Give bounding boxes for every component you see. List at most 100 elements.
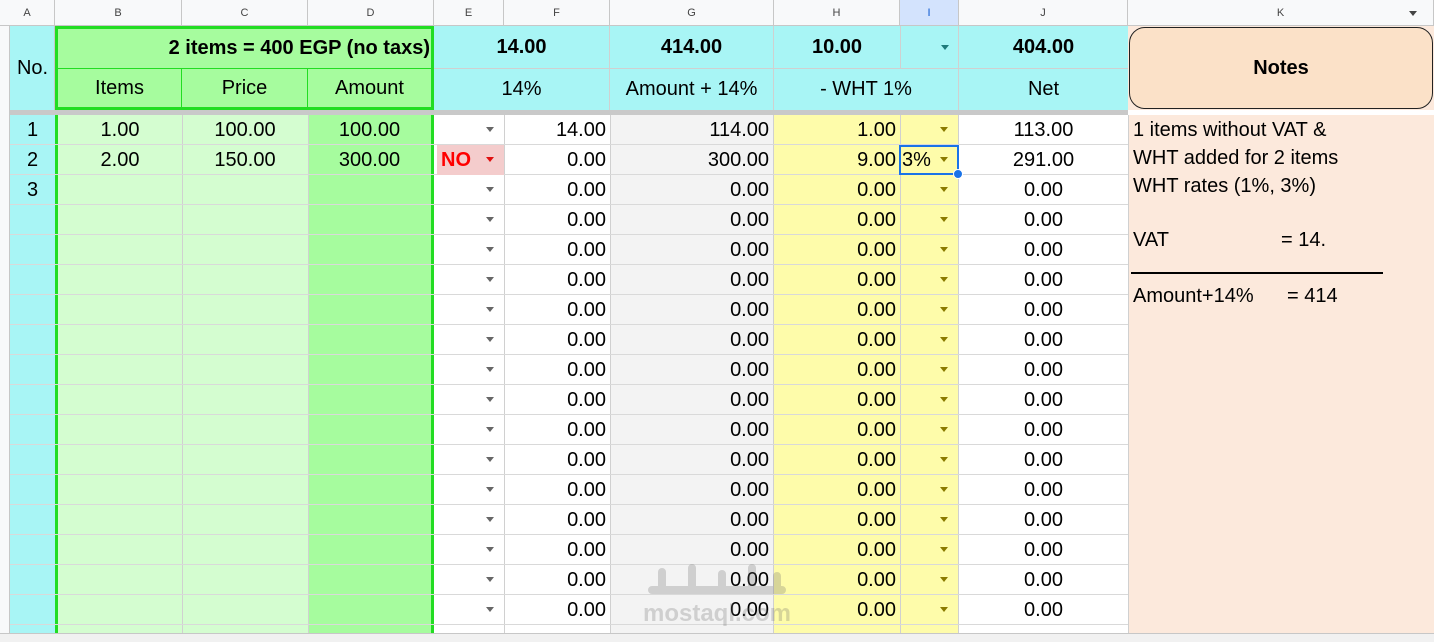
net-cell[interactable]: 0.00 (959, 475, 1128, 505)
vat-cell[interactable]: 0.00 (504, 475, 610, 505)
net-cell[interactable]: 0.00 (959, 415, 1128, 445)
net-cell[interactable]: 0.00 (959, 565, 1128, 595)
vat-cell[interactable]: 0.00 (504, 145, 610, 175)
chevron-down-icon[interactable] (940, 397, 948, 402)
wht-rate-dropdown[interactable] (899, 385, 959, 415)
vat-cell[interactable]: 0.00 (504, 445, 610, 475)
net-cell[interactable]: 0.00 (959, 325, 1128, 355)
amount-vat-cell[interactable]: 0.00 (610, 565, 773, 595)
amount-cell[interactable] (308, 355, 431, 385)
price-cell[interactable] (182, 355, 308, 385)
amount-cell[interactable] (308, 295, 431, 325)
wht-rate-dropdown[interactable] (899, 445, 959, 475)
amount-cell[interactable] (308, 565, 431, 595)
wht-rate-dropdown[interactable] (899, 235, 959, 265)
chevron-down-icon[interactable] (940, 517, 948, 522)
items-cell[interactable] (58, 385, 182, 415)
row-number-cell[interactable] (10, 595, 55, 625)
items-cell[interactable] (58, 475, 182, 505)
wht-rate-dropdown[interactable] (899, 355, 959, 385)
column-header-c[interactable]: C (182, 0, 308, 26)
chevron-down-icon[interactable] (486, 367, 494, 372)
vat-cell[interactable]: 0.00 (504, 235, 610, 265)
wht-rate-dropdown[interactable] (899, 505, 959, 535)
column-header-j[interactable]: J (959, 0, 1128, 26)
column-header-k[interactable]: K (1128, 0, 1434, 26)
items-cell[interactable] (58, 325, 182, 355)
net-cell[interactable]: 0.00 (959, 265, 1128, 295)
net-cell[interactable]: 113.00 (959, 115, 1128, 145)
chevron-down-icon[interactable] (486, 517, 494, 522)
vat-total[interactable]: 14.00 (434, 26, 609, 68)
wht-rate-dropdown-icon[interactable] (941, 45, 949, 50)
amount-vat-total[interactable]: 414.00 (610, 26, 773, 68)
wht-rate-dropdown[interactable]: 3% (899, 145, 959, 175)
amount-cell[interactable] (308, 415, 431, 445)
amount-vat-cell[interactable]: 0.00 (610, 265, 773, 295)
vat-cell[interactable]: 0.00 (504, 415, 610, 445)
fill-handle[interactable] (953, 169, 963, 179)
chevron-down-icon[interactable] (940, 457, 948, 462)
column-header-i[interactable]: I (900, 0, 959, 26)
net-cell[interactable]: 0.00 (959, 235, 1128, 265)
column-header-e[interactable]: E (434, 0, 504, 26)
wht-cell[interactable]: 0.00 (774, 265, 900, 295)
amount-cell[interactable]: 300.00 (308, 145, 431, 175)
items-cell[interactable] (58, 565, 182, 595)
vat-cell[interactable]: 0.00 (504, 535, 610, 565)
items-cell[interactable] (58, 595, 182, 625)
row-number-cell[interactable] (10, 445, 55, 475)
chevron-down-icon[interactable] (940, 187, 948, 192)
wht-rate-dropdown[interactable] (899, 175, 959, 205)
amount-vat-cell[interactable]: 0.00 (610, 385, 773, 415)
chevron-down-icon[interactable] (940, 367, 948, 372)
price-cell[interactable]: 100.00 (182, 115, 308, 145)
net-cell[interactable]: 0.00 (959, 535, 1128, 565)
price-cell[interactable] (182, 235, 308, 265)
amount-cell[interactable] (308, 205, 431, 235)
chevron-down-icon[interactable] (940, 487, 948, 492)
vat-cell[interactable]: 0.00 (504, 565, 610, 595)
price-cell[interactable] (182, 475, 308, 505)
amount-header[interactable]: Amount (308, 70, 431, 106)
row-number-cell[interactable] (10, 355, 55, 385)
wht-rate-dropdown[interactable] (899, 265, 959, 295)
amount-cell[interactable] (308, 325, 431, 355)
wht-cell[interactable]: 0.00 (774, 595, 900, 625)
net-cell[interactable]: 0.00 (959, 595, 1128, 625)
items-cell[interactable] (58, 535, 182, 565)
price-cell[interactable] (182, 205, 308, 235)
price-cell[interactable] (182, 415, 308, 445)
column-header-g[interactable]: G (610, 0, 774, 26)
chevron-down-icon[interactable] (940, 247, 948, 252)
items-cell[interactable] (58, 235, 182, 265)
chevron-down-icon[interactable] (486, 607, 494, 612)
bottom-scroll-area[interactable] (0, 633, 1434, 642)
wht-cell[interactable]: 0.00 (774, 325, 900, 355)
amount-vat-cell[interactable]: 0.00 (610, 595, 773, 625)
chevron-down-icon[interactable] (486, 307, 494, 312)
wht-header[interactable]: - WHT 1% (774, 69, 958, 110)
items-cell[interactable] (58, 295, 182, 325)
chevron-down-icon[interactable] (486, 187, 494, 192)
wht-total[interactable]: 10.00 (774, 26, 900, 68)
wht-cell[interactable]: 0.00 (774, 295, 900, 325)
wht-cell[interactable]: 0.00 (774, 385, 900, 415)
amount-vat-header[interactable]: Amount + 14% (610, 69, 773, 110)
wht-rate-dropdown[interactable] (899, 535, 959, 565)
amount-vat-cell[interactable]: 0.00 (610, 325, 773, 355)
items-cell[interactable] (58, 355, 182, 385)
items-header[interactable]: Items (58, 70, 181, 106)
amount-vat-cell[interactable]: 0.00 (610, 445, 773, 475)
wht-cell[interactable]: 0.00 (774, 475, 900, 505)
row-number-cell[interactable] (10, 385, 55, 415)
amount-cell[interactable] (308, 595, 431, 625)
net-total[interactable]: 404.00 (959, 26, 1128, 68)
vat-cell[interactable]: 0.00 (504, 595, 610, 625)
row-number-cell[interactable]: 2 (10, 145, 55, 175)
vat-header[interactable]: 14% (434, 69, 609, 110)
items-cell[interactable] (58, 415, 182, 445)
row-number-cell[interactable] (10, 415, 55, 445)
net-header[interactable]: Net (959, 69, 1128, 110)
column-header-d[interactable]: D (308, 0, 434, 26)
